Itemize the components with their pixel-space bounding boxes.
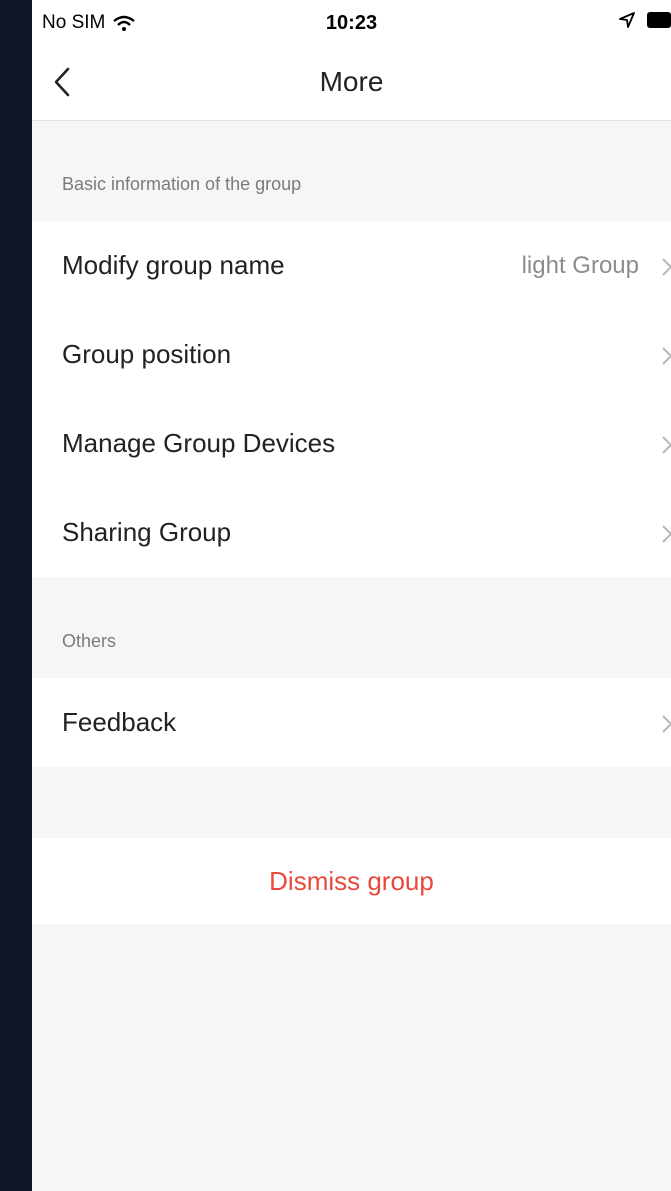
modify-group-name-row[interactable]: Modify group name light Group — [32, 221, 671, 310]
row-label: Group position — [62, 339, 232, 369]
status-bar: No SIM 10:23 — [32, 0, 671, 44]
status-time: 10:23 — [325, 12, 378, 34]
feedback-row[interactable]: Feedback — [32, 678, 671, 767]
dismiss-group-label: Dismiss group — [269, 865, 434, 896]
sharing-group-row[interactable]: Sharing Group — [32, 488, 671, 577]
row-label: Sharing Group — [62, 517, 232, 547]
page-title: More — [319, 66, 384, 97]
group-name-value: light Group — [521, 251, 639, 279]
status-right — [619, 12, 671, 28]
dismiss-group-button[interactable]: Dismiss group — [32, 838, 671, 924]
others-group: Feedback — [32, 678, 671, 767]
battery-icon — [647, 12, 671, 28]
row-label: Modify group name — [62, 250, 285, 280]
chevron-right-icon — [662, 347, 671, 365]
location-arrow-icon — [619, 12, 635, 28]
chevron-right-icon — [662, 525, 671, 543]
nav-bar: More — [32, 44, 671, 121]
manage-group-devices-row[interactable]: Manage Group Devices — [32, 399, 671, 488]
chevron-right-icon — [662, 258, 671, 276]
section-header-others: Others — [62, 631, 117, 651]
row-label: Manage Group Devices — [62, 428, 336, 458]
group-position-row[interactable]: Group position — [32, 310, 671, 399]
basic-info-group: Modify group name light Group Group posi… — [32, 221, 671, 577]
section-header-basic: Basic information of the group — [62, 174, 302, 194]
phone-screen: No SIM 10:23 More Basic information of t… — [32, 0, 671, 1191]
chevron-right-icon — [662, 436, 671, 454]
row-label: Feedback — [62, 707, 177, 737]
chevron-right-icon — [662, 715, 671, 733]
